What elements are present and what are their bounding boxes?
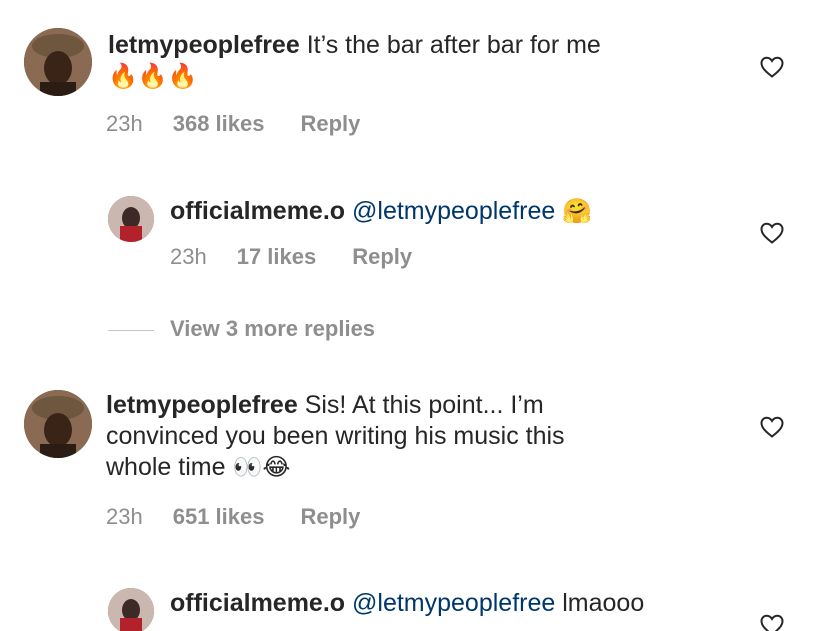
heart-outline-icon[interactable]	[760, 614, 784, 631]
comment-item: letmypeoplefree It’s the bar after bar f…	[0, 0, 828, 160]
comment-text: letmypeoplefree It’s the bar after bar f…	[108, 30, 601, 92]
mention-link[interactable]: @letmypeoplefree	[352, 589, 555, 617]
comment-text: officialmeme.o @letmypeoplefree lmaooo	[170, 588, 644, 619]
comment-username[interactable]: letmypeoplefree	[108, 31, 300, 59]
avatar[interactable]	[108, 588, 154, 631]
divider	[108, 330, 154, 331]
comment-text: officialmeme.o @letmypeoplefree 🤗	[170, 196, 592, 227]
mention-link[interactable]: @letmypeoplefree	[352, 197, 555, 225]
comment-message: whole time	[106, 453, 226, 481]
hugging-emoji: 🤗	[562, 197, 593, 225]
fire-emoji: 🔥🔥🔥	[108, 62, 198, 90]
comment-username[interactable]: officialmeme.o	[170, 589, 345, 617]
view-more-replies-button[interactable]: View 3 more replies	[170, 316, 375, 342]
comment-likes[interactable]: 17 likes	[237, 244, 317, 270]
avatar[interactable]	[24, 28, 92, 96]
reply-item: officialmeme.o @letmypeoplefree 🤗 23h 17 …	[0, 180, 828, 290]
comment-likes[interactable]: 651 likes	[173, 504, 265, 530]
reply-button[interactable]: Reply	[352, 244, 412, 270]
comment-item: letmypeoplefree Sis! At this point... I’…	[0, 370, 828, 540]
comment-text: letmypeoplefree Sis! At this point... I’…	[106, 390, 565, 483]
heart-outline-icon[interactable]	[760, 416, 784, 438]
heart-outline-icon[interactable]	[760, 56, 784, 78]
comment-meta: 23h 651 likes Reply	[106, 504, 360, 530]
comment-meta: 23h 368 likes Reply	[106, 111, 360, 137]
comment-timestamp: 23h	[106, 504, 143, 529]
comment-message: convinced you been writing his music thi…	[106, 422, 565, 450]
comment-meta: 23h 17 likes Reply	[170, 244, 412, 270]
avatar[interactable]	[108, 196, 154, 242]
reply-button[interactable]: Reply	[300, 504, 360, 530]
comment-timestamp: 23h	[106, 111, 143, 136]
comment-timestamp: 23h	[170, 244, 207, 269]
avatar[interactable]	[24, 390, 92, 458]
heart-outline-icon[interactable]	[760, 222, 784, 244]
reply-item: officialmeme.o @letmypeoplefree lmaooo	[0, 580, 828, 631]
comment-message: lmaooo	[562, 589, 645, 617]
comment-message: It’s the bar after bar for me	[306, 31, 601, 59]
reply-button[interactable]: Reply	[300, 111, 360, 137]
comment-username[interactable]: letmypeoplefree	[106, 391, 298, 419]
comment-username[interactable]: officialmeme.o	[170, 197, 345, 225]
comment-message: Sis! At this point... I’m	[304, 391, 544, 419]
comment-likes[interactable]: 368 likes	[173, 111, 265, 137]
eyes-laughing-emoji: 👀😂	[232, 453, 291, 481]
